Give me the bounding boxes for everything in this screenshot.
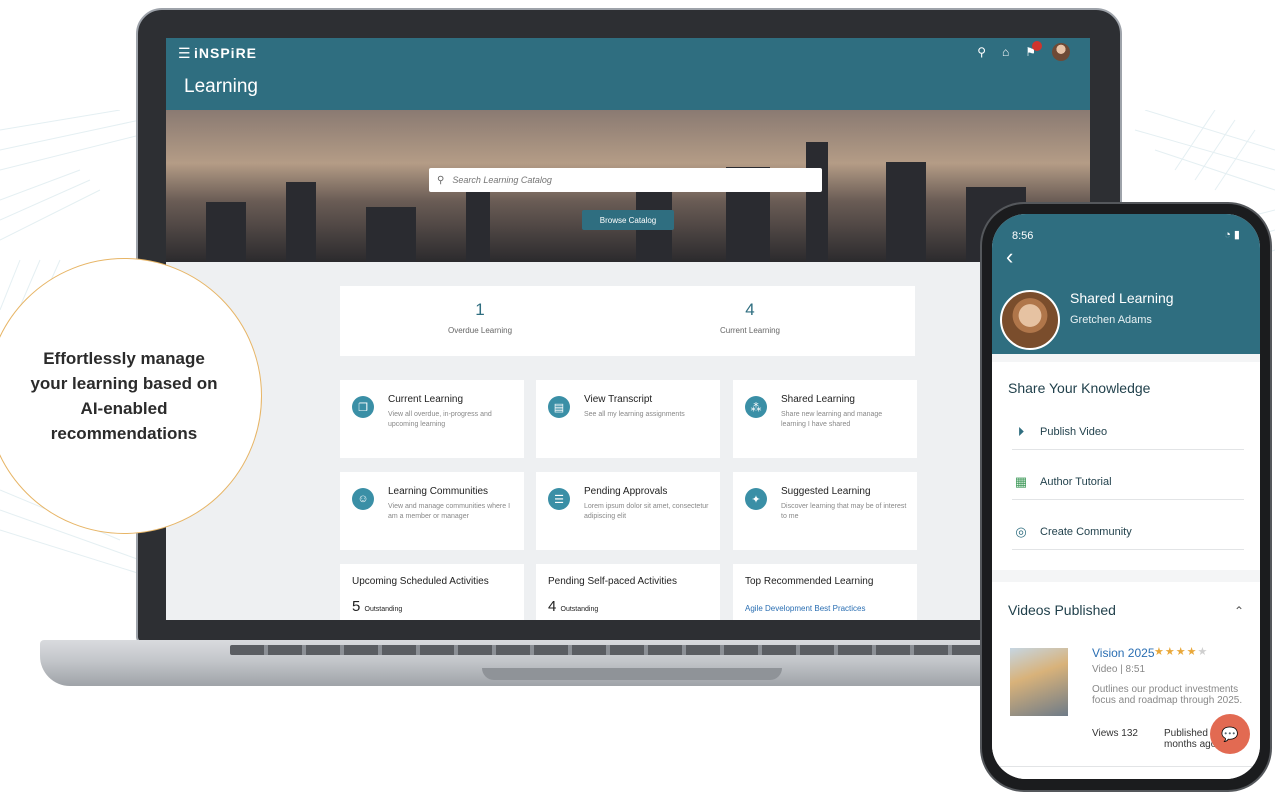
outstanding-count: 4 Outstanding bbox=[548, 598, 598, 615]
video-meta: Video | 8:51 bbox=[1092, 664, 1146, 675]
notifications-icon[interactable]: ⚑ bbox=[1025, 41, 1042, 59]
tile-suggested-learning[interactable]: ✦ Suggested Learning Discover learning t… bbox=[733, 472, 917, 550]
item-label: Author Tutorial bbox=[1040, 475, 1112, 488]
phone-subtitle: Gretchen Adams bbox=[1070, 314, 1152, 326]
video-views: Views 132 bbox=[1092, 728, 1138, 739]
shared-icon: ⁂ bbox=[745, 396, 767, 418]
count-value: 4 bbox=[548, 598, 557, 615]
tile-title: Suggested Learning bbox=[781, 486, 871, 497]
recommended-course-link[interactable]: Agile Development Best Practices bbox=[745, 604, 866, 613]
header-actions: ⚲ ⌂ ⚑ bbox=[977, 41, 1070, 61]
lightbulb-icon: ✦ bbox=[745, 488, 767, 510]
tile-title: Upcoming Scheduled Activities bbox=[352, 576, 489, 587]
layers-icon: ❐ bbox=[352, 396, 374, 418]
create-community-item[interactable]: ◎ Create Community bbox=[1012, 514, 1244, 550]
tile-title: Pending Approvals bbox=[584, 486, 668, 497]
stat-label: Current Learning bbox=[719, 326, 781, 335]
marketing-stage: ☰ iNSPiRE Learning ⚲ ⌂ ⚑ ⚲ Browse bbox=[0, 0, 1275, 794]
tile-description: Discover learning that may be of interes… bbox=[781, 503, 907, 520]
tile-description: View all overdue, in-progress and upcomi… bbox=[388, 411, 492, 428]
transcript-icon: ▤ bbox=[548, 396, 570, 418]
chat-button[interactable]: 💬 bbox=[1210, 714, 1250, 754]
hero-building bbox=[366, 207, 416, 262]
tile-title: Shared Learning bbox=[781, 394, 855, 405]
phone-screen: 8:56 ◔ ▮ ‹ Shared Learning Gretchen Adam… bbox=[992, 214, 1260, 779]
laptop-trackpad-notch bbox=[482, 668, 782, 680]
top-recommended-learning: Top Recommended Learning Agile Developme… bbox=[733, 564, 917, 620]
laptop-keyboard bbox=[230, 645, 1030, 655]
home-icon[interactable]: ⌂ bbox=[1002, 45, 1009, 59]
hero-building bbox=[286, 182, 316, 262]
tile-current-learning[interactable]: ❐ Current Learning View all overdue, in-… bbox=[340, 380, 524, 458]
count-suffix: Outstanding bbox=[560, 606, 599, 613]
back-arrow-icon[interactable]: ‹ bbox=[1006, 244, 1013, 270]
tile-description: See all my learning assignments bbox=[584, 411, 685, 418]
laptop-screen: ☰ iNSPiRE Learning ⚲ ⌂ ⚑ ⚲ Browse bbox=[166, 38, 1090, 620]
tile-title: Learning Communities bbox=[388, 486, 489, 497]
tile-title: Current Learning bbox=[388, 394, 464, 405]
tile-pending-approvals[interactable]: ☰ Pending Approvals Lorem ipsum dolor si… bbox=[536, 472, 720, 550]
catalog-search[interactable]: ⚲ bbox=[429, 168, 822, 192]
item-label: Create Community bbox=[1040, 525, 1132, 538]
learning-stats-card: 1 Overdue Learning 4 Current Learning bbox=[340, 286, 915, 356]
phone-title: Shared Learning bbox=[1070, 290, 1174, 306]
hero-building bbox=[806, 142, 828, 262]
tile-title: Pending Self-paced Activities bbox=[548, 576, 677, 587]
status-time: 8:56 bbox=[1012, 230, 1034, 242]
star-rating: ★★★★★ bbox=[1154, 646, 1209, 658]
broadcast-icon: ◎ bbox=[1015, 523, 1027, 539]
author-tutorial-item[interactable]: ▦ Author Tutorial bbox=[1012, 464, 1244, 500]
notification-badge bbox=[1032, 41, 1042, 51]
tile-description: View and manage communities where I am a… bbox=[388, 503, 511, 520]
user-avatar[interactable] bbox=[1052, 43, 1070, 61]
tile-title: View Transcript bbox=[584, 394, 653, 405]
search-icon[interactable]: ⚲ bbox=[977, 45, 986, 59]
count-value: 5 bbox=[352, 598, 361, 615]
search-icon: ⚲ bbox=[437, 174, 445, 186]
count-suffix: Outstanding bbox=[364, 606, 403, 613]
video-description: Outlines our product investments focus a… bbox=[1092, 684, 1243, 706]
stat-value: 1 bbox=[475, 300, 485, 319]
chat-bubble-icon: 💬 bbox=[1221, 725, 1239, 742]
catalog-search-input[interactable] bbox=[452, 175, 793, 185]
upcoming-scheduled-activities[interactable]: Upcoming Scheduled Activities 5 Outstand… bbox=[340, 564, 524, 620]
pending-self-paced-activities[interactable]: Pending Self-paced Activities 4 Outstand… bbox=[536, 564, 720, 620]
approvals-icon: ☰ bbox=[548, 488, 570, 510]
community-icon: ☺ bbox=[352, 488, 374, 510]
video-title[interactable]: Vision 2025 bbox=[1092, 646, 1155, 660]
profile-avatar[interactable] bbox=[1000, 290, 1060, 350]
share-knowledge-section: Share Your Knowledge ⏵ Publish Video ▦ A… bbox=[992, 362, 1260, 570]
tile-description: Lorem ipsum dolor sit amet, consectetur … bbox=[584, 503, 709, 520]
tile-learning-communities[interactable]: ☺ Learning Communities View and manage c… bbox=[340, 472, 524, 550]
page-title: Learning bbox=[184, 76, 258, 97]
hero-building bbox=[886, 162, 926, 262]
publish-video-item[interactable]: ⏵ Publish Video bbox=[1012, 414, 1244, 450]
tutorial-icon: ▦ bbox=[1014, 473, 1028, 489]
divider bbox=[992, 766, 1260, 767]
callout-text: Effortlessly manage your learning based … bbox=[30, 349, 218, 443]
wifi-battery-icon: ◔ ▮ bbox=[1224, 229, 1240, 241]
item-label: Publish Video bbox=[1040, 425, 1108, 438]
section-title: Share Your Knowledge bbox=[1008, 380, 1151, 396]
app-header: ☰ iNSPiRE Learning ⚲ ⌂ ⚑ bbox=[166, 38, 1090, 110]
browse-catalog-button[interactable]: Browse Catalog bbox=[582, 210, 674, 230]
stat-label: Overdue Learning bbox=[447, 326, 513, 335]
tile-view-transcript[interactable]: ▤ View Transcript See all my learning as… bbox=[536, 380, 720, 458]
stat-overdue[interactable]: 1 Overdue Learning bbox=[380, 300, 580, 335]
tile-shared-learning[interactable]: ⁂ Shared Learning Share new learning and… bbox=[733, 380, 917, 458]
tile-title: Top Recommended Learning bbox=[745, 576, 874, 587]
video-thumbnail[interactable] bbox=[1010, 648, 1068, 716]
hamburger-menu-icon[interactable]: ☰ bbox=[178, 45, 191, 62]
section-title: Videos Published bbox=[1008, 602, 1116, 618]
tile-description: Share new learning and manage learning I… bbox=[781, 411, 883, 428]
brand-logo[interactable]: iNSPiRE bbox=[194, 45, 257, 61]
hero-building bbox=[206, 202, 246, 262]
stat-value: 4 bbox=[745, 300, 755, 319]
chevron-up-icon[interactable]: ⌃ bbox=[1234, 604, 1244, 618]
stat-current[interactable]: 4 Current Learning bbox=[650, 300, 850, 335]
play-circle-icon: ⏵ bbox=[1017, 423, 1025, 439]
outstanding-count: 5 Outstanding bbox=[352, 598, 402, 615]
